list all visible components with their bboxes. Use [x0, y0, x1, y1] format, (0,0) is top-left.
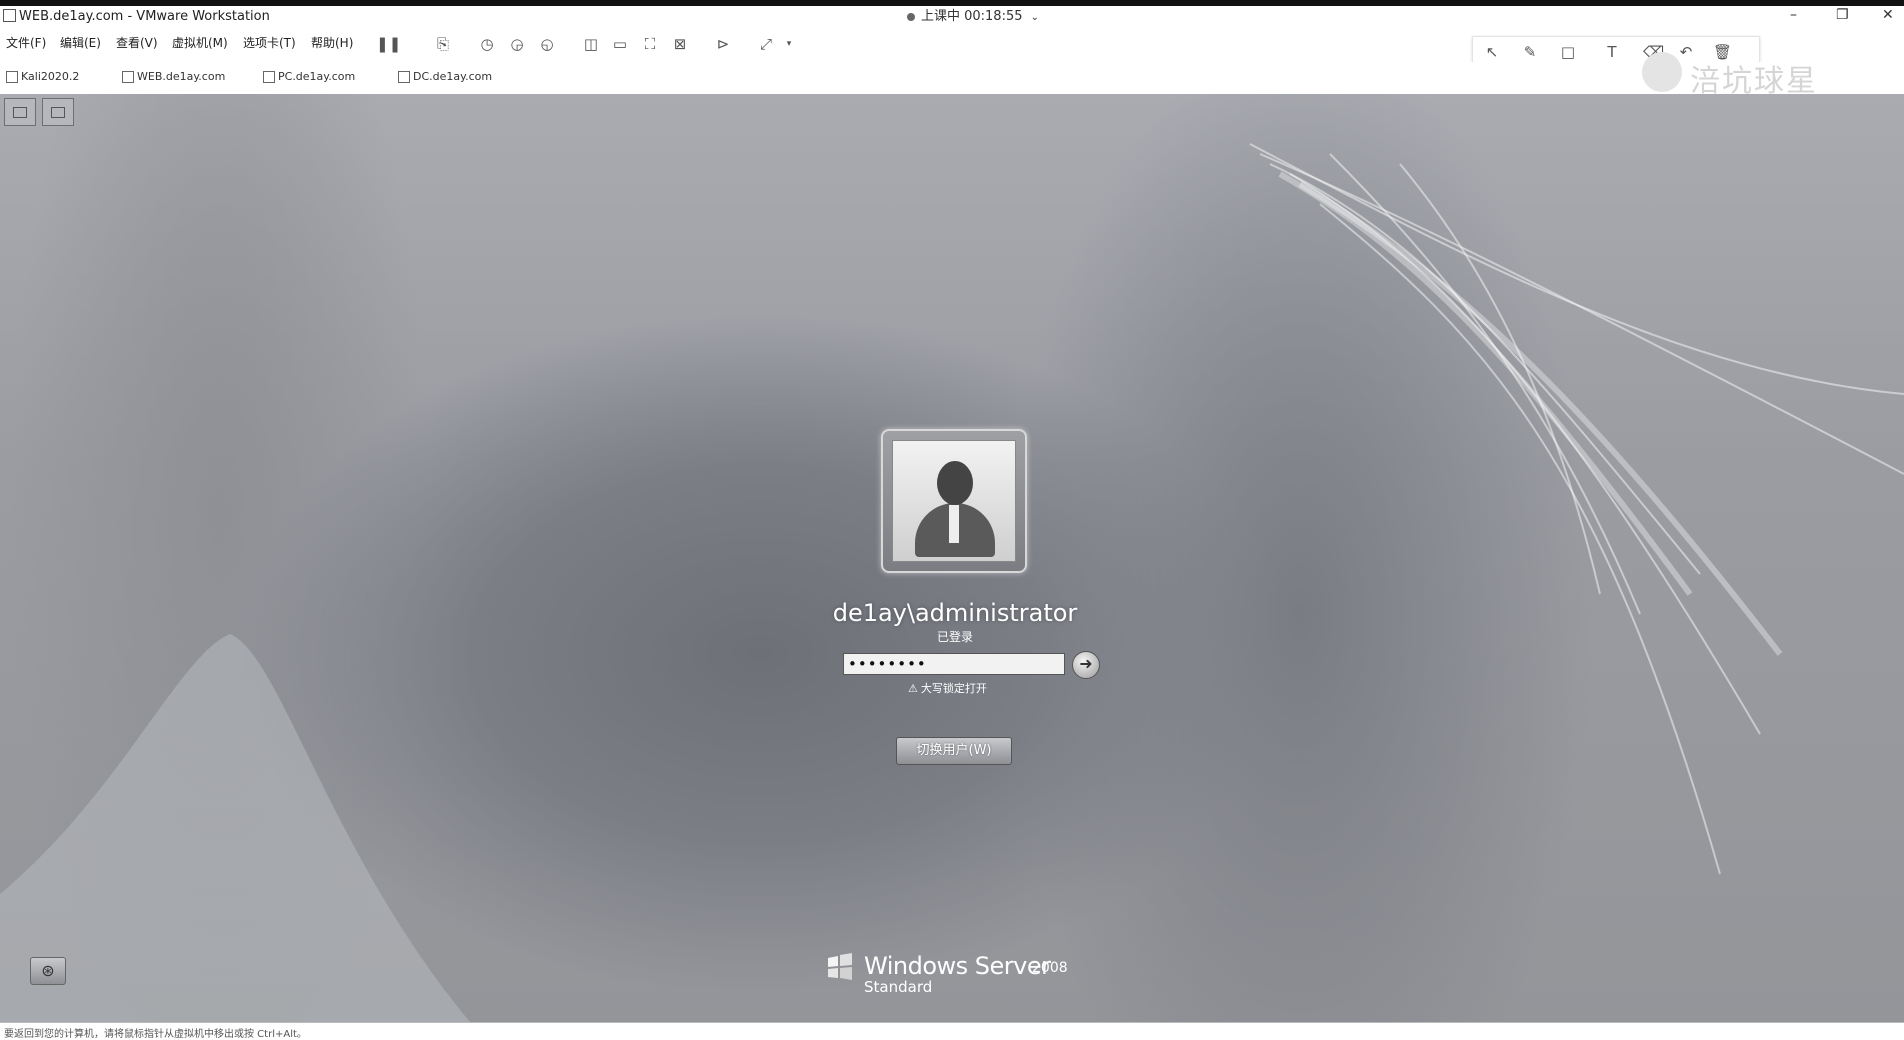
menu-edit[interactable]: 编辑(E) — [60, 34, 101, 51]
console-icon[interactable]: ⊳ — [714, 35, 732, 53]
snapshot-manager-icon[interactable]: ◵ — [538, 35, 556, 53]
recording-dot-icon — [906, 12, 915, 21]
vm-tab-icon — [6, 71, 18, 83]
avatar-picture — [892, 440, 1016, 562]
vmware-app-icon — [3, 9, 16, 22]
menu-tabs[interactable]: 选项卡(T) — [243, 34, 296, 51]
brand-name: Windows Server — [864, 952, 1051, 980]
tab-label: DC.de1ay.com — [413, 70, 493, 83]
stretch-icon[interactable]: ⤢ — [757, 35, 775, 53]
menu-file[interactable]: 文件(F) — [6, 34, 46, 51]
user-avatar — [881, 429, 1027, 573]
password-field[interactable] — [843, 653, 1065, 675]
arrow-right-icon[interactable]: ➜ — [1072, 651, 1100, 679]
avatar-shirt — [949, 505, 959, 543]
vm-thumbnail-button[interactable] — [4, 98, 36, 126]
tab-pc[interactable]: PC.de1ay.com — [263, 70, 355, 83]
caps-lock-text: 大写锁定打开 — [920, 682, 987, 695]
switch-user-button[interactable]: 切换用户(W) — [896, 737, 1012, 765]
tab-label: Kali2020.2 — [21, 70, 80, 83]
tab-web[interactable]: WEB.de1ay.com — [122, 70, 225, 83]
vm-tab-icon — [398, 71, 410, 83]
tab-label: WEB.de1ay.com — [137, 70, 226, 83]
warning-icon: ⚠ — [908, 682, 918, 695]
recording-label: 上课中 00:18:55 — [920, 9, 1023, 24]
vm-console[interactable]: de1ay\administrator 已登录 ➜ ⚠大写锁定打开 切换用户(W… — [0, 94, 1904, 1022]
menu-help[interactable]: 帮助(H) — [311, 34, 353, 51]
stretch-dropdown-icon[interactable]: ▾ — [780, 35, 798, 53]
pointer-icon[interactable]: ↖ — [1483, 43, 1501, 61]
vm-console-button[interactable] — [42, 98, 74, 126]
vm-tab-bar: Kali2020.2 WEB.de1ay.com PC.de1ay.com DC… — [0, 62, 1904, 95]
minimize-icon[interactable]: – — [1790, 7, 1797, 23]
text-icon[interactable]: T — [1603, 43, 1621, 61]
windows-logo-icon — [828, 953, 852, 980]
tab-dc[interactable]: DC.de1ay.com — [398, 70, 492, 83]
caps-lock-warning: ⚠ 大写锁定打开 — [908, 680, 1108, 696]
recording-indicator[interactable]: 上课中 00:18:55 ⌄ — [890, 8, 1056, 29]
tab-kali[interactable]: Kali2020.2 — [6, 70, 79, 83]
username-label: de1ay\administrator — [832, 599, 1078, 627]
menu-view[interactable]: 查看(V) — [116, 34, 158, 51]
close-icon[interactable]: ✕ — [1882, 7, 1894, 23]
menu-vm[interactable]: 虚拟机(M) — [172, 34, 228, 51]
full-screen-icon[interactable]: ⛶ — [641, 35, 659, 53]
avatar-head — [937, 461, 973, 505]
tabs-icon[interactable]: ▭ — [611, 35, 629, 53]
revert-snapshot-icon[interactable]: ◶ — [508, 35, 526, 53]
tab-label: PC.de1ay.com — [278, 70, 356, 83]
pause-icon[interactable]: ❚❚ — [376, 35, 401, 53]
window-title: WEB.de1ay.com - VMware Workstation — [19, 9, 270, 24]
pen-icon[interactable]: ✎ — [1521, 43, 1539, 61]
restore-icon[interactable]: ❐ — [1836, 7, 1849, 23]
vm-tab-icon — [122, 71, 134, 83]
login-status: 已登录 — [936, 630, 973, 644]
rectangle-icon[interactable]: □ — [1559, 43, 1577, 61]
library-icon[interactable]: ◫ — [582, 35, 600, 53]
status-bar: 要返回到您的计算机，请将鼠标指针从虚拟机中移出或按 Ctrl+Alt。 — [0, 1022, 1904, 1040]
ease-of-access-icon[interactable]: ⊛ — [30, 957, 66, 985]
send-ctrl-alt-del-icon[interactable]: ⎘ — [434, 35, 452, 53]
brand-year: 2008 — [1032, 960, 1068, 976]
snapshot-icon[interactable]: ◷ — [478, 35, 496, 53]
brand-edition: Standard — [864, 978, 933, 996]
vm-tab-icon — [263, 71, 275, 83]
chevron-down-icon[interactable]: ⌄ — [1031, 12, 1039, 23]
watermark-logo — [1642, 52, 1682, 92]
title-bar: WEB.de1ay.com - VMware Workstation 上课中 0… — [0, 6, 1904, 29]
unity-icon[interactable]: ⊠ — [671, 35, 689, 53]
